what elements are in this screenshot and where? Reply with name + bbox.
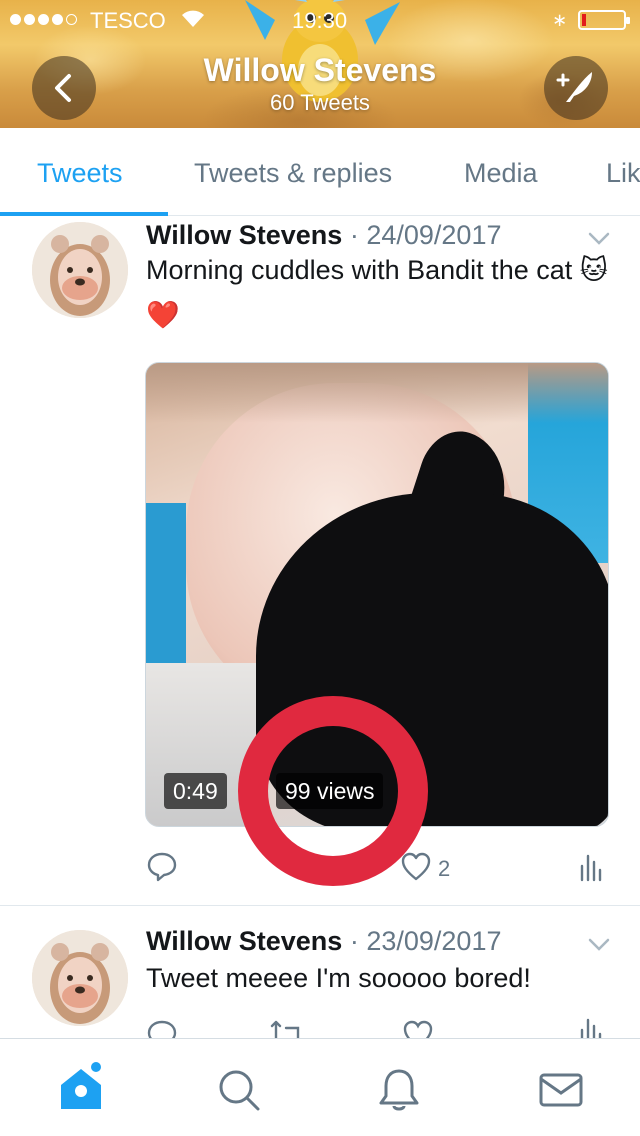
compose-tweet-button[interactable] [544,56,608,120]
profile-tabs: Tweets Tweets & replies Media Likes [0,128,640,216]
bottom-tab-bar [0,1038,640,1136]
reply-icon[interactable] [146,850,178,882]
battery-level-fill [582,14,586,26]
like-heart-icon[interactable] [400,852,432,882]
highlight-ring-annotation [238,696,428,886]
reply-icon[interactable] [146,1018,178,1038]
profile-header-banner: TESCO 19:30 ∗ Willow Stevens 60 Tweets [0,0,640,128]
tweet-date[interactable]: 24/09/2017 [366,220,501,250]
retweet-icon[interactable] [270,1020,304,1038]
analytics-icon[interactable] [578,852,604,882]
tab-tweets[interactable]: Tweets [37,158,123,189]
avatar[interactable] [32,222,128,318]
carrier-name: TESCO [90,8,166,33]
status-time: 19:30 [292,8,348,33]
tweet-header: Willow Stevens · 24/09/2017 [146,220,501,251]
video-frame-pillow-left [146,503,186,663]
analytics-icon[interactable] [578,1016,604,1038]
compose-feather-icon [556,72,592,102]
tab-tweets-and-replies[interactable]: Tweets & replies [194,158,392,189]
separator-dot: · [349,926,359,956]
battery-icon [578,10,630,30]
status-bar: TESCO 19:30 ∗ [0,0,640,40]
tweet-author[interactable]: Willow Stevens [146,926,342,956]
notifications-bell-icon[interactable] [376,1067,422,1113]
avatar-image [32,222,128,318]
wifi-icon [182,10,204,27]
home-icon[interactable] [56,1061,106,1113]
chevron-down-icon[interactable] [588,938,610,952]
messages-envelope-icon[interactable] [538,1067,584,1113]
tweet-author[interactable]: Willow Stevens [146,220,342,250]
bluetooth-icon: ∗ [552,10,568,30]
search-icon[interactable] [216,1067,262,1113]
tweet-text: Tweet meeee I'm sooooo bored! [146,963,531,993]
tab-media[interactable]: Media [464,158,538,189]
avatar[interactable] [32,930,128,1026]
tweet-text: Morning cuddles with Bandit the cat 🐱❤️ [146,255,608,330]
video-frame-hair [146,363,608,423]
avatar-image [32,930,128,1026]
signal-strength-icon [10,14,77,25]
video-duration: 0:49 [164,773,227,809]
like-count: 2 [438,856,451,881]
tweet-date[interactable]: 23/09/2017 [366,926,501,956]
like-heart-icon[interactable] [402,1020,434,1038]
chevron-down-icon[interactable] [588,232,610,246]
separator-dot: · [349,220,359,250]
tweet-item[interactable]: Willow Stevens · 23/09/2017 Tweet meeee … [0,906,640,1038]
tab-likes[interactable]: Likes [606,158,640,189]
tweet-header: Willow Stevens · 23/09/2017 [146,926,501,957]
